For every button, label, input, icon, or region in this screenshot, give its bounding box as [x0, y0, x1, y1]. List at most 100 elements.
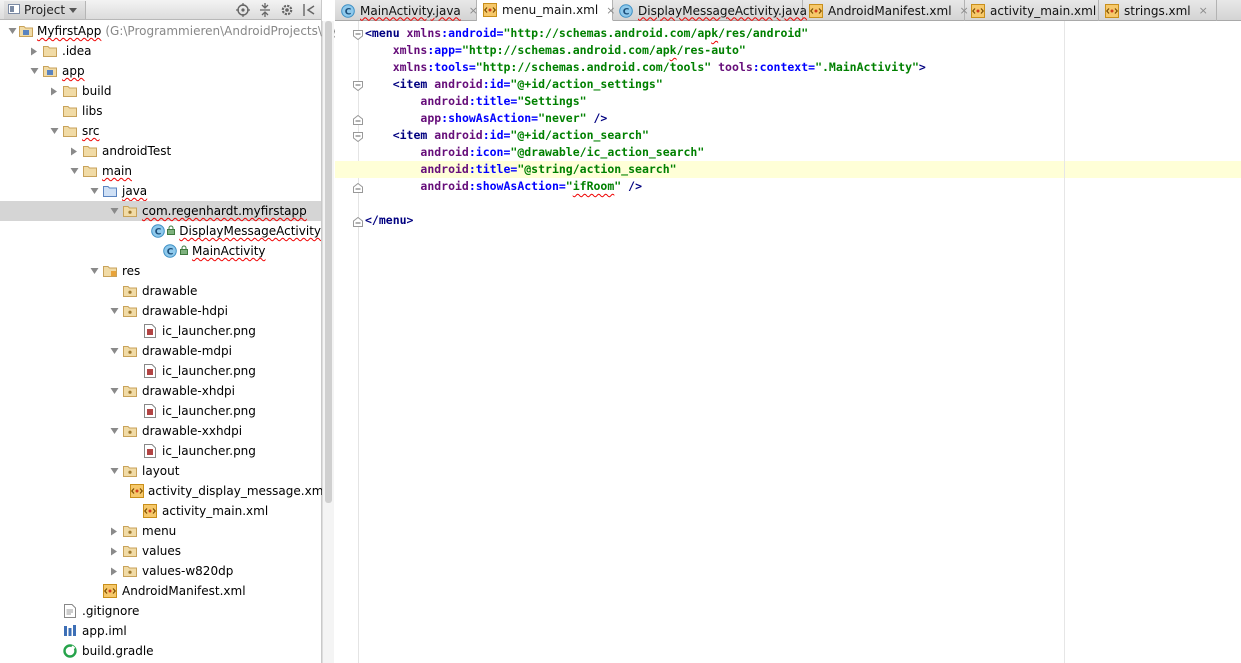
code-line[interactable]: <menu xmlns:android="http://schemas.andr…	[359, 25, 1241, 42]
editor-tab[interactable]: CDisplayMessageActivity.java×	[613, 0, 824, 21]
tree-item[interactable]: app.iml	[0, 621, 321, 641]
collapse-arrow-icon[interactable]	[68, 141, 80, 161]
tree-item-label: ic_launcher.png	[162, 364, 256, 378]
tree-item-label: androidTest	[102, 144, 172, 158]
collapse-arrow-icon[interactable]	[108, 521, 120, 541]
tree-item[interactable]: app	[0, 61, 321, 81]
editor-tab[interactable]: strings.xml ×	[1099, 0, 1217, 21]
tree-item[interactable]: MyfirstApp (G:\Programmieren\AndroidProje…	[0, 21, 344, 41]
code-token: android	[434, 77, 483, 91]
editor-tab[interactable]: C MainActivity.java ×	[335, 0, 478, 21]
editor-gutter[interactable]	[335, 21, 363, 663]
code-line[interactable]: xmlns:app="http://schemas.android.com/ap…	[359, 42, 1241, 59]
project-panel: Project MyfirstApp (G:\Programmieren\Andr…	[0, 0, 344, 663]
tree-item[interactable]: ic_launcher.png	[0, 321, 321, 341]
folder-icon	[42, 43, 58, 59]
code-line[interactable]: <item android:id="@+id/action_search"	[359, 127, 1241, 144]
editor-tab-bar: C MainActivity.java × menu_main.xml × C Displa…	[335, 0, 1241, 21]
tree-item[interactable]: activity_main.xml	[0, 501, 321, 521]
tree-item[interactable]: build.gradle	[0, 641, 321, 661]
scrollbar-thumb[interactable]	[325, 21, 332, 503]
code-editor[interactable]: <menu xmlns:android="http://schemas.andr…	[359, 21, 1241, 663]
collapse-arrow-icon[interactable]	[48, 81, 60, 101]
lock-icon	[167, 224, 176, 238]
tree-item[interactable]: layout	[0, 461, 321, 481]
expand-arrow-icon[interactable]	[88, 181, 100, 201]
package-icon	[122, 303, 138, 319]
tree-item[interactable]: drawable-xxhdpi	[0, 421, 321, 441]
code-line[interactable]: xmlns:tools="http://schemas.android.com/…	[359, 59, 1241, 76]
tree-item[interactable]: menu	[0, 521, 321, 541]
tree-item[interactable]: values	[0, 541, 321, 561]
expand-arrow-icon[interactable]	[28, 61, 40, 81]
tree-item[interactable]: drawable-hdpi	[0, 301, 321, 321]
tree-item[interactable]: ic_launcher.png	[0, 441, 321, 461]
tree-item[interactable]: C MainActivity	[0, 241, 321, 261]
expand-arrow-icon[interactable]	[88, 261, 100, 281]
tree-item[interactable]: .gitignore	[0, 601, 321, 621]
tree-item[interactable]: build	[0, 81, 321, 101]
code-line[interactable]: app:showAsAction="never" />	[359, 110, 1241, 127]
package-icon	[122, 203, 138, 219]
tree-item[interactable]: C DisplayMessageActivity	[0, 221, 321, 241]
expand-arrow-icon[interactable]	[108, 421, 120, 441]
code-token: android	[420, 145, 469, 159]
tree-item[interactable]: res	[0, 261, 321, 281]
java-class-icon: C	[619, 3, 633, 18]
tree-item[interactable]: drawable-xhdpi	[0, 381, 321, 401]
collapse-arrow-icon[interactable]	[28, 41, 40, 61]
code-line[interactable]	[359, 195, 1241, 212]
png-file-icon	[142, 403, 158, 419]
tree-item[interactable]: ic_launcher.png	[0, 361, 321, 381]
tree-item-label: layout	[142, 464, 180, 478]
xml-file-icon	[809, 3, 823, 18]
expand-arrow-icon[interactable]	[108, 381, 120, 401]
expand-arrow-icon[interactable]	[68, 161, 80, 181]
gear-icon[interactable]	[279, 2, 295, 18]
tree-item[interactable]: androidTest	[0, 141, 321, 161]
expand-arrow-icon[interactable]	[108, 341, 120, 361]
code-line[interactable]: android:title="Settings"	[359, 93, 1241, 110]
tree-item[interactable]: ic_launcher.png	[0, 401, 321, 421]
code-token: android	[420, 179, 469, 193]
editor-tab[interactable]: AndroidManifest.xml ×	[803, 0, 969, 21]
code-line[interactable]: android:showAsAction="ifRoom" />	[359, 178, 1241, 195]
tree-item[interactable]: .idea	[0, 41, 321, 61]
expand-arrow-icon[interactable]	[108, 461, 120, 481]
tree-item[interactable]: libs	[0, 101, 321, 121]
expand-arrow-icon[interactable]	[108, 201, 120, 221]
tree-item[interactable]: drawable	[0, 281, 321, 301]
editor-tab[interactable]: activity_main.xml×	[965, 0, 1113, 21]
editor-tab[interactable]: menu_main.xml ×	[477, 0, 615, 21]
collapse-arrow-icon[interactable]	[108, 541, 120, 561]
tree-item-label: ic_launcher.png	[162, 324, 256, 338]
hide-icon[interactable]	[301, 2, 317, 18]
tree-item-label: drawable-mdpi	[142, 344, 232, 358]
project-tree-scrollbar[interactable]	[322, 21, 334, 663]
java-class-icon: C	[162, 243, 178, 259]
expand-arrow-icon[interactable]	[48, 121, 60, 141]
project-view-selector[interactable]: Project	[4, 1, 87, 19]
tree-item[interactable]: activity_display_message.xml	[0, 481, 327, 501]
code-line[interactable]: <item android:id="@+id/action_settings"	[359, 76, 1241, 93]
code-line[interactable]: </menu>	[359, 212, 1241, 229]
expand-arrow-icon[interactable]	[108, 301, 120, 321]
collapse-arrow-icon[interactable]	[108, 561, 120, 581]
tree-item[interactable]: main	[0, 161, 321, 181]
close-tab-icon[interactable]: ×	[1199, 4, 1208, 17]
expand-arrow-icon[interactable]	[8, 21, 17, 41]
project-view-label: Project	[24, 3, 66, 17]
tree-item[interactable]: com.regenhardt.myfirstapp	[0, 201, 321, 221]
code-line[interactable]: android:title="@string/action_search"	[359, 161, 1241, 178]
tree-item[interactable]: drawable-mdpi	[0, 341, 321, 361]
tree-item[interactable]: values-w820dp	[0, 561, 321, 581]
target-icon[interactable]	[235, 2, 251, 18]
tree-item[interactable]: java	[0, 181, 321, 201]
tree-item[interactable]: src	[0, 121, 321, 141]
collapse-icon[interactable]	[257, 2, 273, 18]
tree-item-label: build	[82, 84, 112, 98]
code-token: /res-auto"	[676, 43, 746, 57]
code-line[interactable]: android:icon="@drawable/ic_action_search…	[359, 144, 1241, 161]
tree-item[interactable]: AndroidManifest.xml	[0, 581, 321, 601]
editor-tab-label: AndroidManifest.xml	[828, 3, 952, 18]
